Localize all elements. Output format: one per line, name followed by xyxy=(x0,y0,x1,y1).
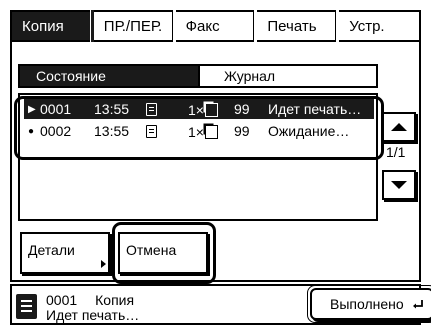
waiting-marker-icon: ● xyxy=(28,125,35,137)
enter-icon xyxy=(413,300,423,309)
job-status: Ожидание… xyxy=(268,123,350,139)
printing-marker-icon: ▶ xyxy=(28,103,36,115)
status-job-info: 0001 Копия xyxy=(46,292,134,308)
job-status: Идет печать… xyxy=(268,101,362,117)
pages-icon xyxy=(204,102,218,117)
tab-copy[interactable]: Копия xyxy=(10,10,94,42)
scroll-up-button[interactable] xyxy=(382,112,416,142)
tab-label: Устр. xyxy=(349,17,385,35)
job-pages: 99 xyxy=(234,101,250,117)
done-button[interactable]: Выполнено xyxy=(307,285,431,323)
job-row[interactable]: ● 0002 13:55 1× 99 Ожидание… xyxy=(24,121,374,141)
job-number: 0002 xyxy=(40,123,72,139)
copies-value: 1× xyxy=(188,101,204,118)
tab-device[interactable]: Устр. xyxy=(339,10,421,42)
job-status-icon xyxy=(16,294,37,319)
done-label: Выполнено xyxy=(330,296,404,312)
document-icon xyxy=(146,101,157,117)
page-indicator: 1/1 xyxy=(386,144,406,160)
arrow-down-icon xyxy=(391,181,407,189)
details-button[interactable]: Детали xyxy=(20,232,110,274)
job-copies: 1× xyxy=(188,123,218,140)
job-time: 13:55 xyxy=(94,101,130,117)
arrow-up-icon xyxy=(391,123,407,131)
submenu-arrow-icon xyxy=(101,260,106,268)
job-list: ▶ 0001 13:55 1× 99 Идет печать… ● 0002 1… xyxy=(18,93,378,221)
job-row[interactable]: ▶ 0001 13:55 1× 99 Идет печать… xyxy=(24,99,374,119)
copies-value: 1× xyxy=(188,123,204,140)
tab-label: Копия xyxy=(22,17,64,35)
tab-label: ПР./ПЕР. xyxy=(103,17,163,35)
scroll-down-button[interactable] xyxy=(382,170,416,200)
job-pages: 99 xyxy=(234,123,250,139)
tab-label: Факс xyxy=(185,17,220,35)
main-tabs: Копия ПР./ПЕР. Факс Печать Устр. xyxy=(10,10,421,42)
status-job-state: Идет печать… xyxy=(46,307,140,323)
cancel-button[interactable]: Отмена xyxy=(118,232,208,274)
job-time: 13:55 xyxy=(94,123,130,139)
job-copies: 1× xyxy=(188,101,218,118)
details-label: Детали xyxy=(28,242,75,258)
pages-icon xyxy=(204,124,218,139)
subtab-status[interactable]: Состояние xyxy=(18,64,200,88)
status-job-number: 0001 xyxy=(46,292,78,308)
tab-print[interactable]: Печать xyxy=(257,10,340,42)
job-number: 0001 xyxy=(40,101,72,117)
tab-fax[interactable]: Факс xyxy=(175,10,258,42)
subtab-journal[interactable]: Журнал xyxy=(200,64,378,88)
document-icon xyxy=(146,123,157,139)
tab-label: Печать xyxy=(267,17,317,35)
tab-send-receive[interactable]: ПР./ПЕР. xyxy=(93,10,176,42)
status-bar: 0001 Копия Идет печать… Выполнено xyxy=(10,284,431,325)
status-job-type: Копия xyxy=(95,292,135,308)
cancel-label: Отмена xyxy=(126,242,177,258)
